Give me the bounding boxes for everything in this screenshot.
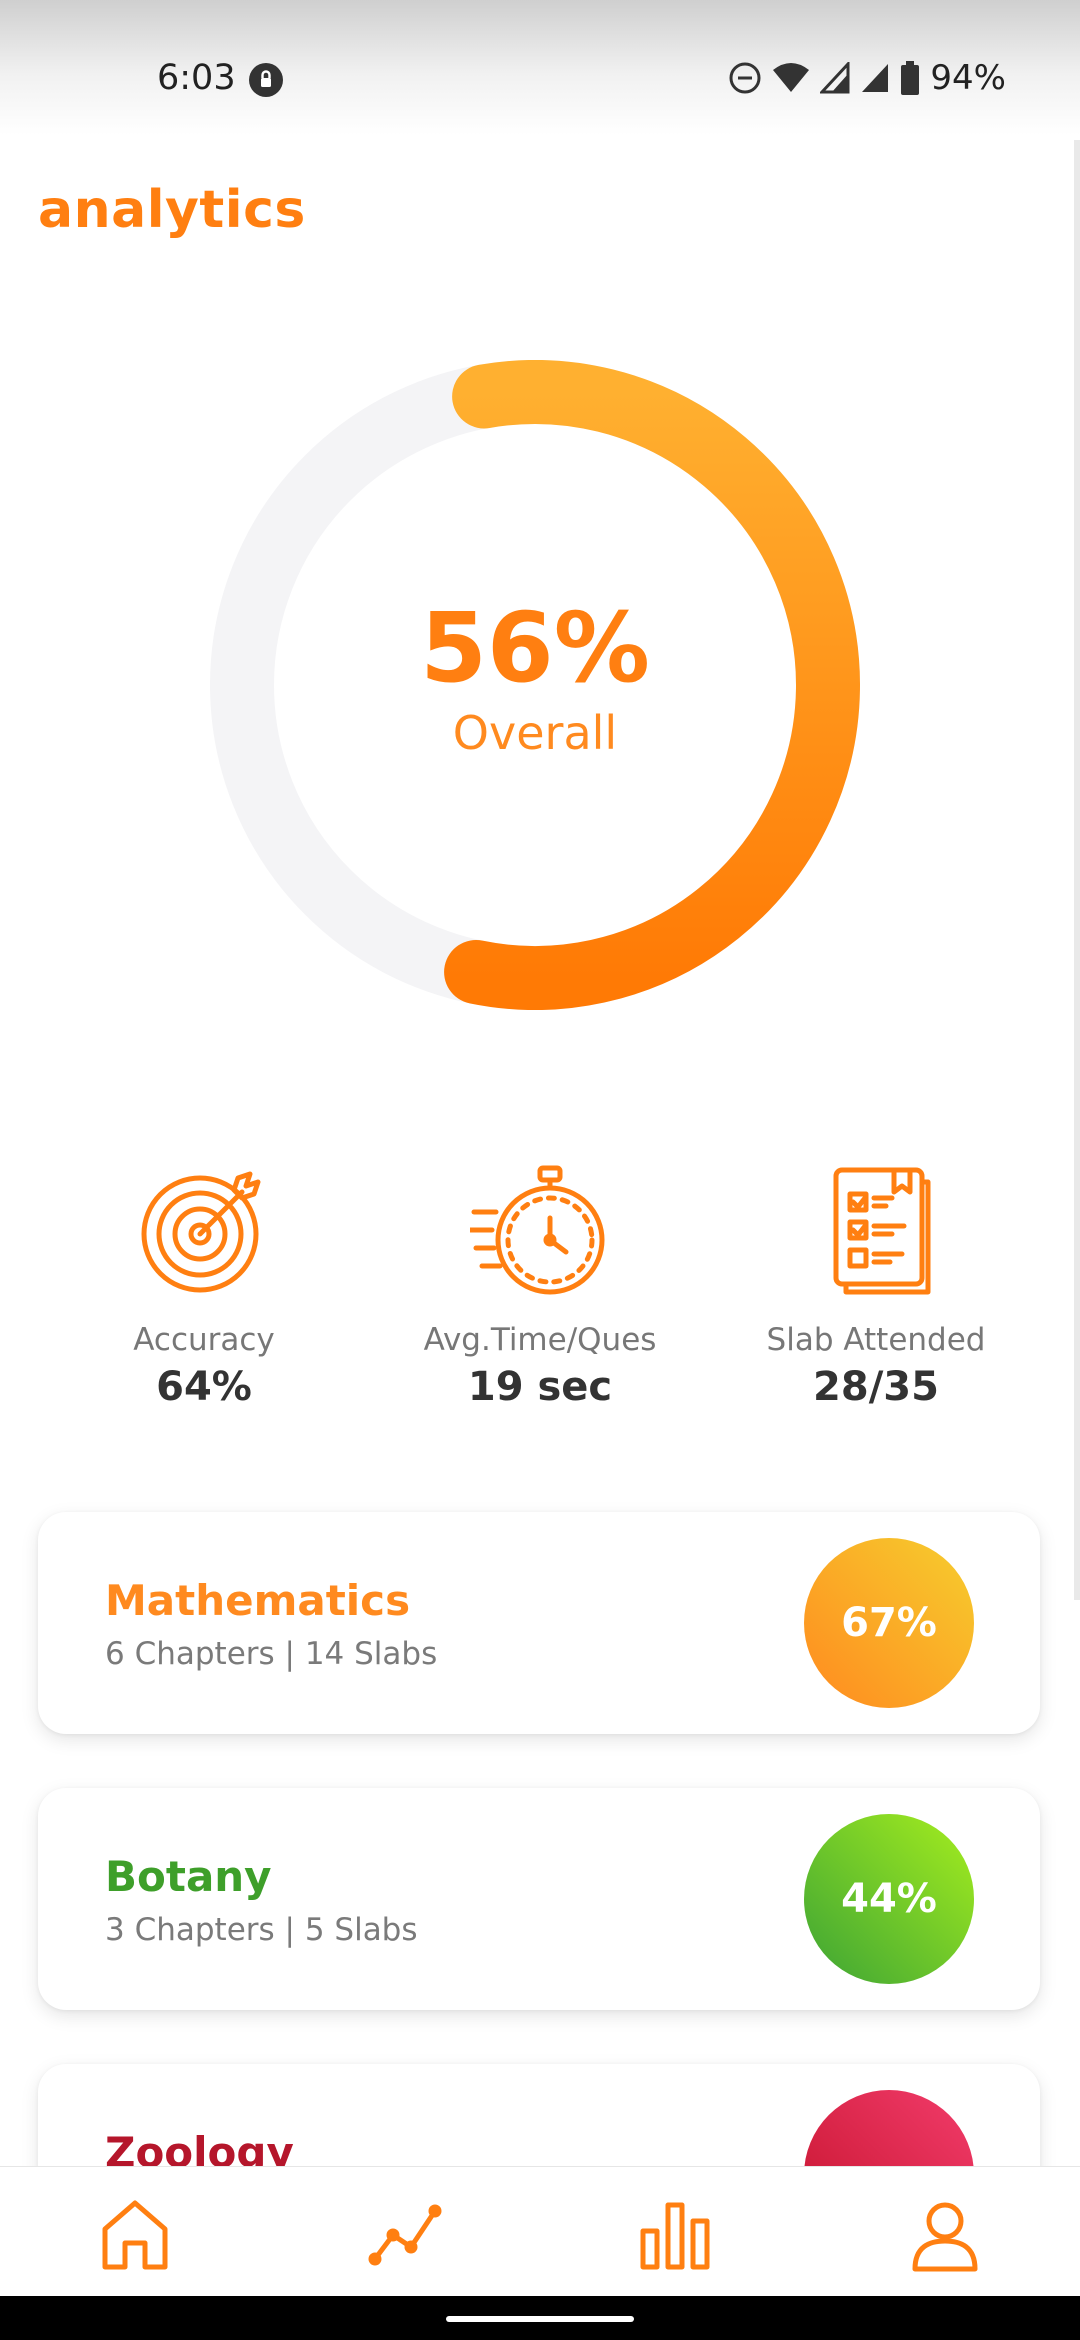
- bar-chart-icon: [640, 2202, 710, 2270]
- signal-icon: [820, 62, 850, 94]
- stat-value: 64%: [156, 1364, 252, 1410]
- bottom-navigation: [0, 2166, 1080, 2297]
- subject-card-botany[interactable]: Botany 3 Chapters | 5 Slabs 44%: [38, 1788, 1040, 2010]
- overall-label: Overall: [452, 706, 618, 760]
- nav-analytics[interactable]: [635, 2195, 715, 2275]
- status-bar: 6:03 94%: [0, 0, 1080, 135]
- nav-profile[interactable]: [905, 2195, 985, 2275]
- overall-value: 56%: [420, 592, 650, 704]
- subject-name: Mathematics: [105, 1576, 411, 1625]
- page-title: analytics: [38, 180, 306, 240]
- nav-home[interactable]: [95, 2195, 175, 2275]
- subject-name: Botany: [105, 1852, 272, 1901]
- system-gesture-bar: [0, 2296, 1080, 2340]
- subject-percent-badge: 44%: [804, 1814, 974, 1984]
- nav-progress[interactable]: [365, 2195, 445, 2275]
- home-gesture-handle[interactable]: [446, 2316, 634, 2322]
- stat-label: Avg.Time/Ques: [423, 1322, 657, 1358]
- stopwatch-icon: [470, 1165, 605, 1295]
- trend-icon: [368, 2204, 442, 2266]
- battery-percent: 94%: [930, 58, 1006, 98]
- profile-icon: [912, 2202, 978, 2272]
- checklist-icon: [833, 1167, 931, 1295]
- target-icon: [141, 1171, 261, 1293]
- dnd-icon: [729, 62, 761, 94]
- home-icon: [102, 2200, 168, 2270]
- stats-row: Accuracy 64% Avg.Time/Ques 19 sec Slab A…: [0, 1160, 1080, 1430]
- stat-label: Slab Attended: [766, 1322, 986, 1358]
- wifi-icon: [773, 63, 810, 92]
- stat-slab-attended: Slab Attended 28/35: [696, 1160, 1056, 1410]
- signal-icon-2: [862, 64, 889, 92]
- overall-progress-ring: 56% Overall: [210, 360, 860, 1010]
- stat-accuracy: Accuracy 64%: [24, 1160, 384, 1410]
- status-time: 6:03: [157, 58, 236, 98]
- subject-card-mathematics[interactable]: Mathematics 6 Chapters | 14 Slabs 67%: [38, 1512, 1040, 1734]
- subject-details: 3 Chapters | 5 Slabs: [105, 1912, 418, 1948]
- subject-percent-badge: 67%: [804, 1538, 974, 1708]
- stat-value: 28/35: [813, 1364, 939, 1410]
- ring-center: 56% Overall: [210, 600, 860, 760]
- stat-value: 19 sec: [467, 1364, 613, 1410]
- stat-label: Accuracy: [133, 1322, 275, 1358]
- battery-icon: [901, 61, 920, 95]
- subject-details: 6 Chapters | 14 Slabs: [105, 1636, 438, 1672]
- stat-avg-time: Avg.Time/Ques 19 sec: [360, 1160, 720, 1410]
- vpn-icon: [249, 63, 283, 97]
- status-icons: 94%: [728, 58, 1006, 98]
